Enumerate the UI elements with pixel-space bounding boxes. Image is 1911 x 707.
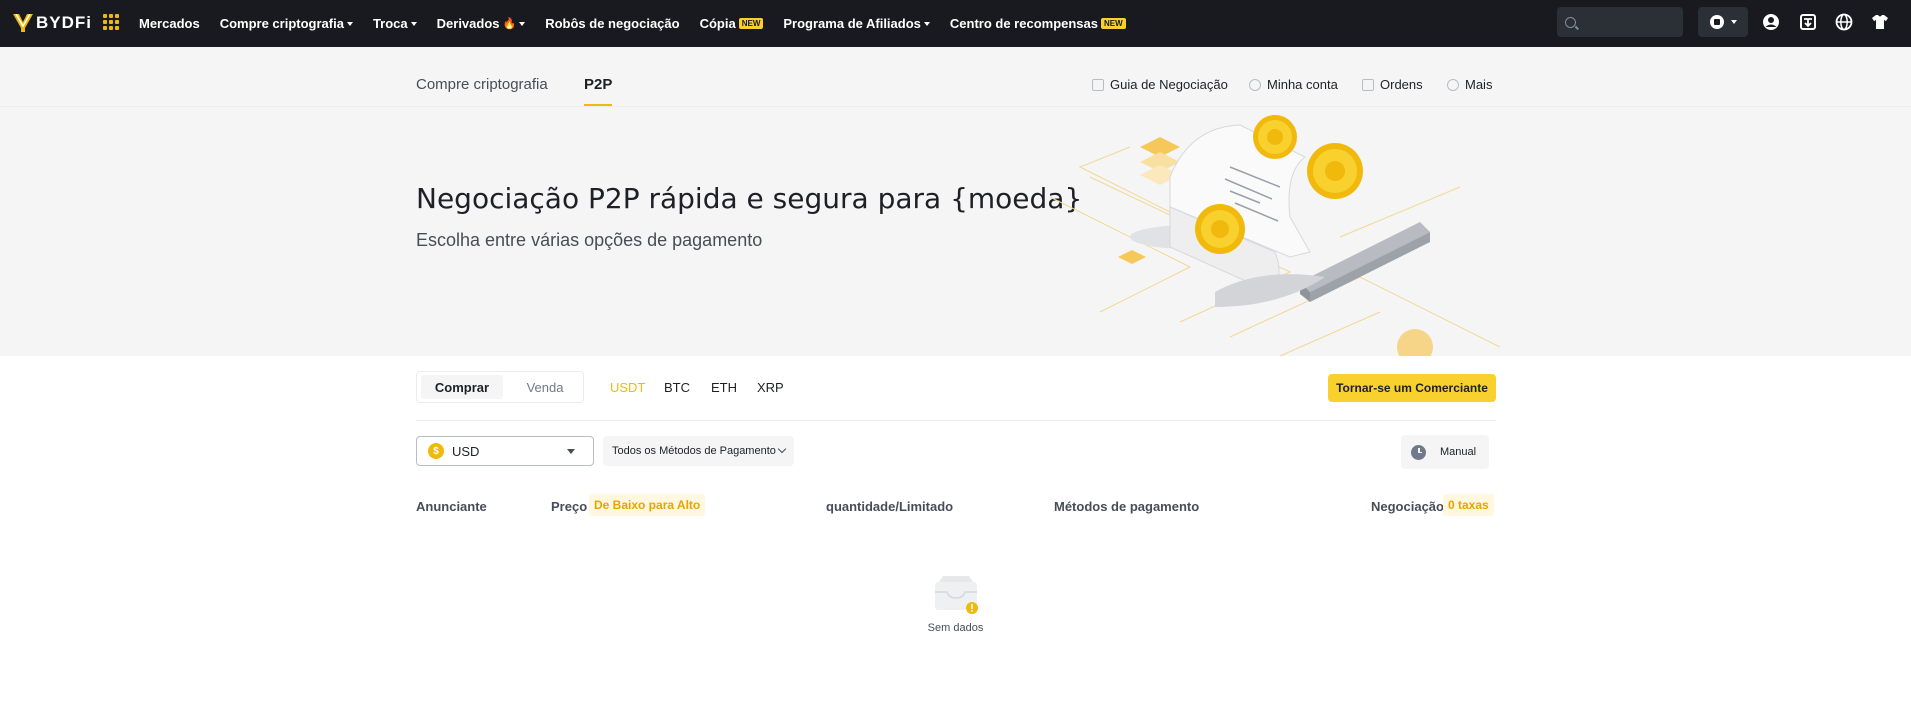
- nav-buy-crypto-label: Compre criptografia: [219, 16, 344, 31]
- nav-derivatives[interactable]: Derivados 🔥: [437, 16, 526, 31]
- bydfi-logo[interactable]: BYDFi: [13, 13, 92, 33]
- my-account-link[interactable]: Minha conta: [1249, 77, 1338, 92]
- nav-markets-label: Mercados: [139, 16, 200, 31]
- user-icon[interactable]: [1762, 13, 1780, 31]
- nav-markets[interactable]: Mercados: [139, 16, 200, 31]
- receipt-coins-illustration: [1049, 115, 1500, 356]
- buy-tab[interactable]: Comprar: [421, 375, 503, 399]
- apps-grid-icon[interactable]: [103, 14, 119, 30]
- new-badge: NEW: [738, 18, 764, 29]
- nav-exchange-label: Troca: [372, 16, 408, 31]
- top-navigation-bar: BYDFi Mercados Compre criptografia Troca…: [0, 0, 1911, 47]
- search-input[interactable]: [1557, 7, 1683, 37]
- empty-inbox-icon: [935, 576, 978, 614]
- download-icon[interactable]: [1799, 13, 1817, 31]
- coin-tab-xrp[interactable]: XRP: [757, 380, 784, 395]
- nav-affiliate[interactable]: Programa de Afiliados: [783, 16, 930, 31]
- empty-state-text: Sem dados: [927, 622, 984, 634]
- book-icon: [1092, 78, 1104, 91]
- logo-text: BYDFi: [36, 13, 92, 32]
- column-advertiser: Anunciante: [416, 499, 487, 514]
- divider: [416, 420, 1496, 421]
- zero-fee-badge: 0 taxas: [1443, 494, 1494, 516]
- fiat-currency-select[interactable]: $ USD: [416, 436, 594, 466]
- caret-down-icon: [519, 21, 526, 26]
- manual-refresh-button[interactable]: Manual: [1401, 435, 1489, 469]
- nav-derivatives-label: Derivados: [436, 16, 500, 31]
- buy-sell-toggle: Comprar Venda: [416, 371, 584, 403]
- globe-icon[interactable]: [1835, 13, 1853, 31]
- more-label: Mais: [1465, 77, 1493, 92]
- nav-rewards[interactable]: Centro de recompensas NEW: [950, 16, 1126, 31]
- nav-affiliate-label: Programa de Afiliados: [783, 16, 921, 31]
- fiat-currency-value: USD: [452, 443, 480, 459]
- sell-tab[interactable]: Venda: [509, 375, 581, 399]
- nav-buy-crypto[interactable]: Compre criptografia: [220, 16, 353, 31]
- price-sort-toggle[interactable]: De Baixo para Alto: [589, 494, 706, 516]
- new-badge: NEW: [1101, 18, 1126, 29]
- caret-down-icon: [410, 21, 417, 26]
- more-link[interactable]: Mais: [1447, 77, 1492, 92]
- tab-buy-crypto[interactable]: Compre criptografia: [416, 76, 548, 93]
- logo-mark-icon: [13, 14, 33, 32]
- column-payment-methods: Métodos de pagamento: [1054, 499, 1200, 514]
- manual-label: Manual: [1440, 446, 1477, 458]
- hero-subtitle: Escolha entre várias opções de pagamento: [416, 230, 763, 250]
- triangle-down-icon: [567, 449, 575, 454]
- hero-banner: Negociação P2P rápida e segura para {moe…: [0, 107, 1911, 356]
- sub-navigation: Compre criptografia P2P Guia de Negociaç…: [0, 47, 1911, 107]
- clock-icon: [1411, 444, 1426, 460]
- my-account-label: Minha conta: [1267, 77, 1338, 92]
- active-tab-indicator: [584, 104, 612, 106]
- payment-method-value: Todos os Métodos de Pagamento: [612, 445, 776, 457]
- column-quantity-limit: quantidade/Limitado: [826, 499, 954, 514]
- search-icon: [1565, 16, 1576, 28]
- coin-tab-eth[interactable]: ETH: [711, 380, 737, 395]
- orders-label: Ordens: [1380, 77, 1423, 92]
- column-trade: Negociação: [1371, 499, 1444, 514]
- payment-method-select[interactable]: Todos os Métodos de Pagamento: [603, 436, 794, 466]
- user-icon: [1249, 78, 1261, 91]
- coin-tab-usdt[interactable]: USDT: [610, 380, 645, 395]
- nav-rewards-label: Centro de recompensas: [949, 16, 1098, 31]
- shirt-icon[interactable]: [1871, 13, 1889, 31]
- wallet-icon: [1709, 15, 1724, 29]
- chevron-down-icon: [777, 444, 787, 454]
- column-price: Preço: [551, 499, 588, 514]
- dollar-icon: $: [428, 443, 444, 459]
- tab-p2p[interactable]: P2P: [584, 76, 612, 93]
- fire-icon: 🔥: [502, 18, 517, 30]
- document-icon: [1362, 78, 1374, 91]
- coin-tab-btc[interactable]: BTC: [664, 380, 690, 395]
- main-menu: Mercados Compre criptografia Troca Deriv…: [139, 0, 1146, 47]
- nav-trading-bots-label: Robôs de negociação: [545, 16, 680, 31]
- nav-copy-label: Cópia: [699, 16, 736, 31]
- nav-trading-bots[interactable]: Robôs de negociação: [545, 16, 679, 31]
- nav-copy[interactable]: Cópia NEW: [700, 16, 764, 31]
- trading-guide-link[interactable]: Guia de Negociação: [1092, 77, 1228, 92]
- caret-down-icon: [346, 21, 353, 26]
- become-merchant-button[interactable]: Tornar-se um Comerciante: [1328, 374, 1496, 402]
- caret-down-icon: [1730, 20, 1737, 24]
- orders-link[interactable]: Ordens: [1362, 77, 1423, 92]
- nav-exchange[interactable]: Troca: [373, 16, 417, 31]
- caret-down-icon: [923, 21, 930, 26]
- trading-guide-label: Guia de Negociação: [1110, 77, 1228, 92]
- globe-icon: [1447, 78, 1459, 91]
- hero-title: Negociação P2P rápida e segura para {moe…: [416, 182, 1083, 215]
- currency-dropdown[interactable]: [1698, 7, 1748, 37]
